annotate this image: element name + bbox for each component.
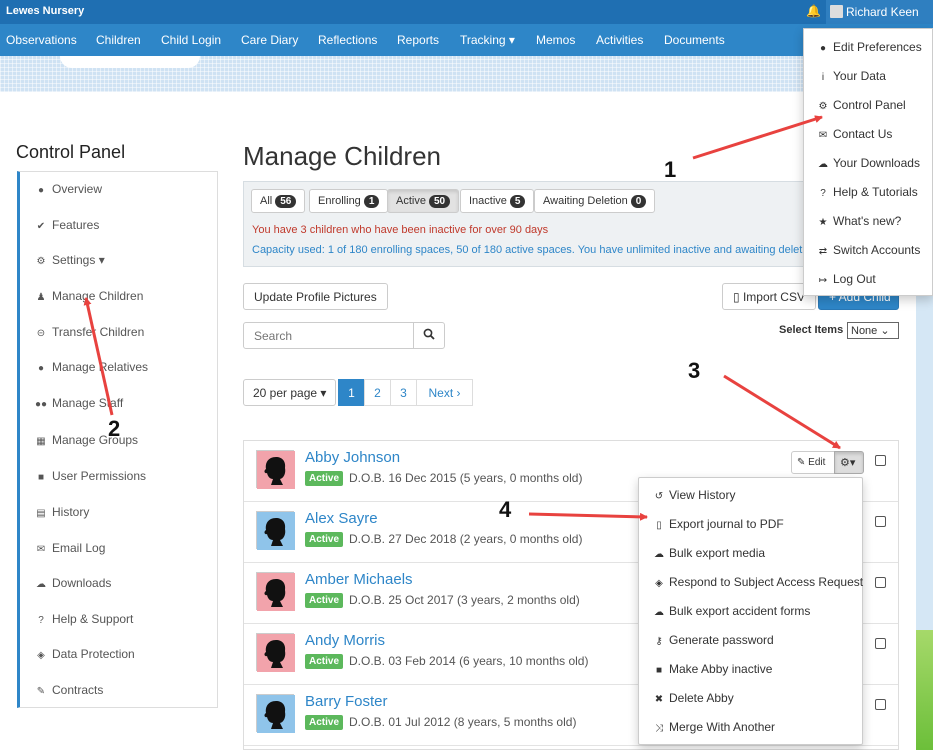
arrow-2	[83, 297, 114, 416]
arrow-3	[723, 374, 841, 450]
arrow-1	[692, 115, 823, 160]
annotation-number-1: 1	[664, 157, 677, 182]
annotation-number-3: 3	[688, 358, 701, 383]
annotation-number-4: 4	[499, 497, 512, 522]
annotation-arrows	[83, 115, 841, 521]
arrow-4	[528, 512, 648, 521]
annotation-number-2: 2	[108, 416, 121, 441]
